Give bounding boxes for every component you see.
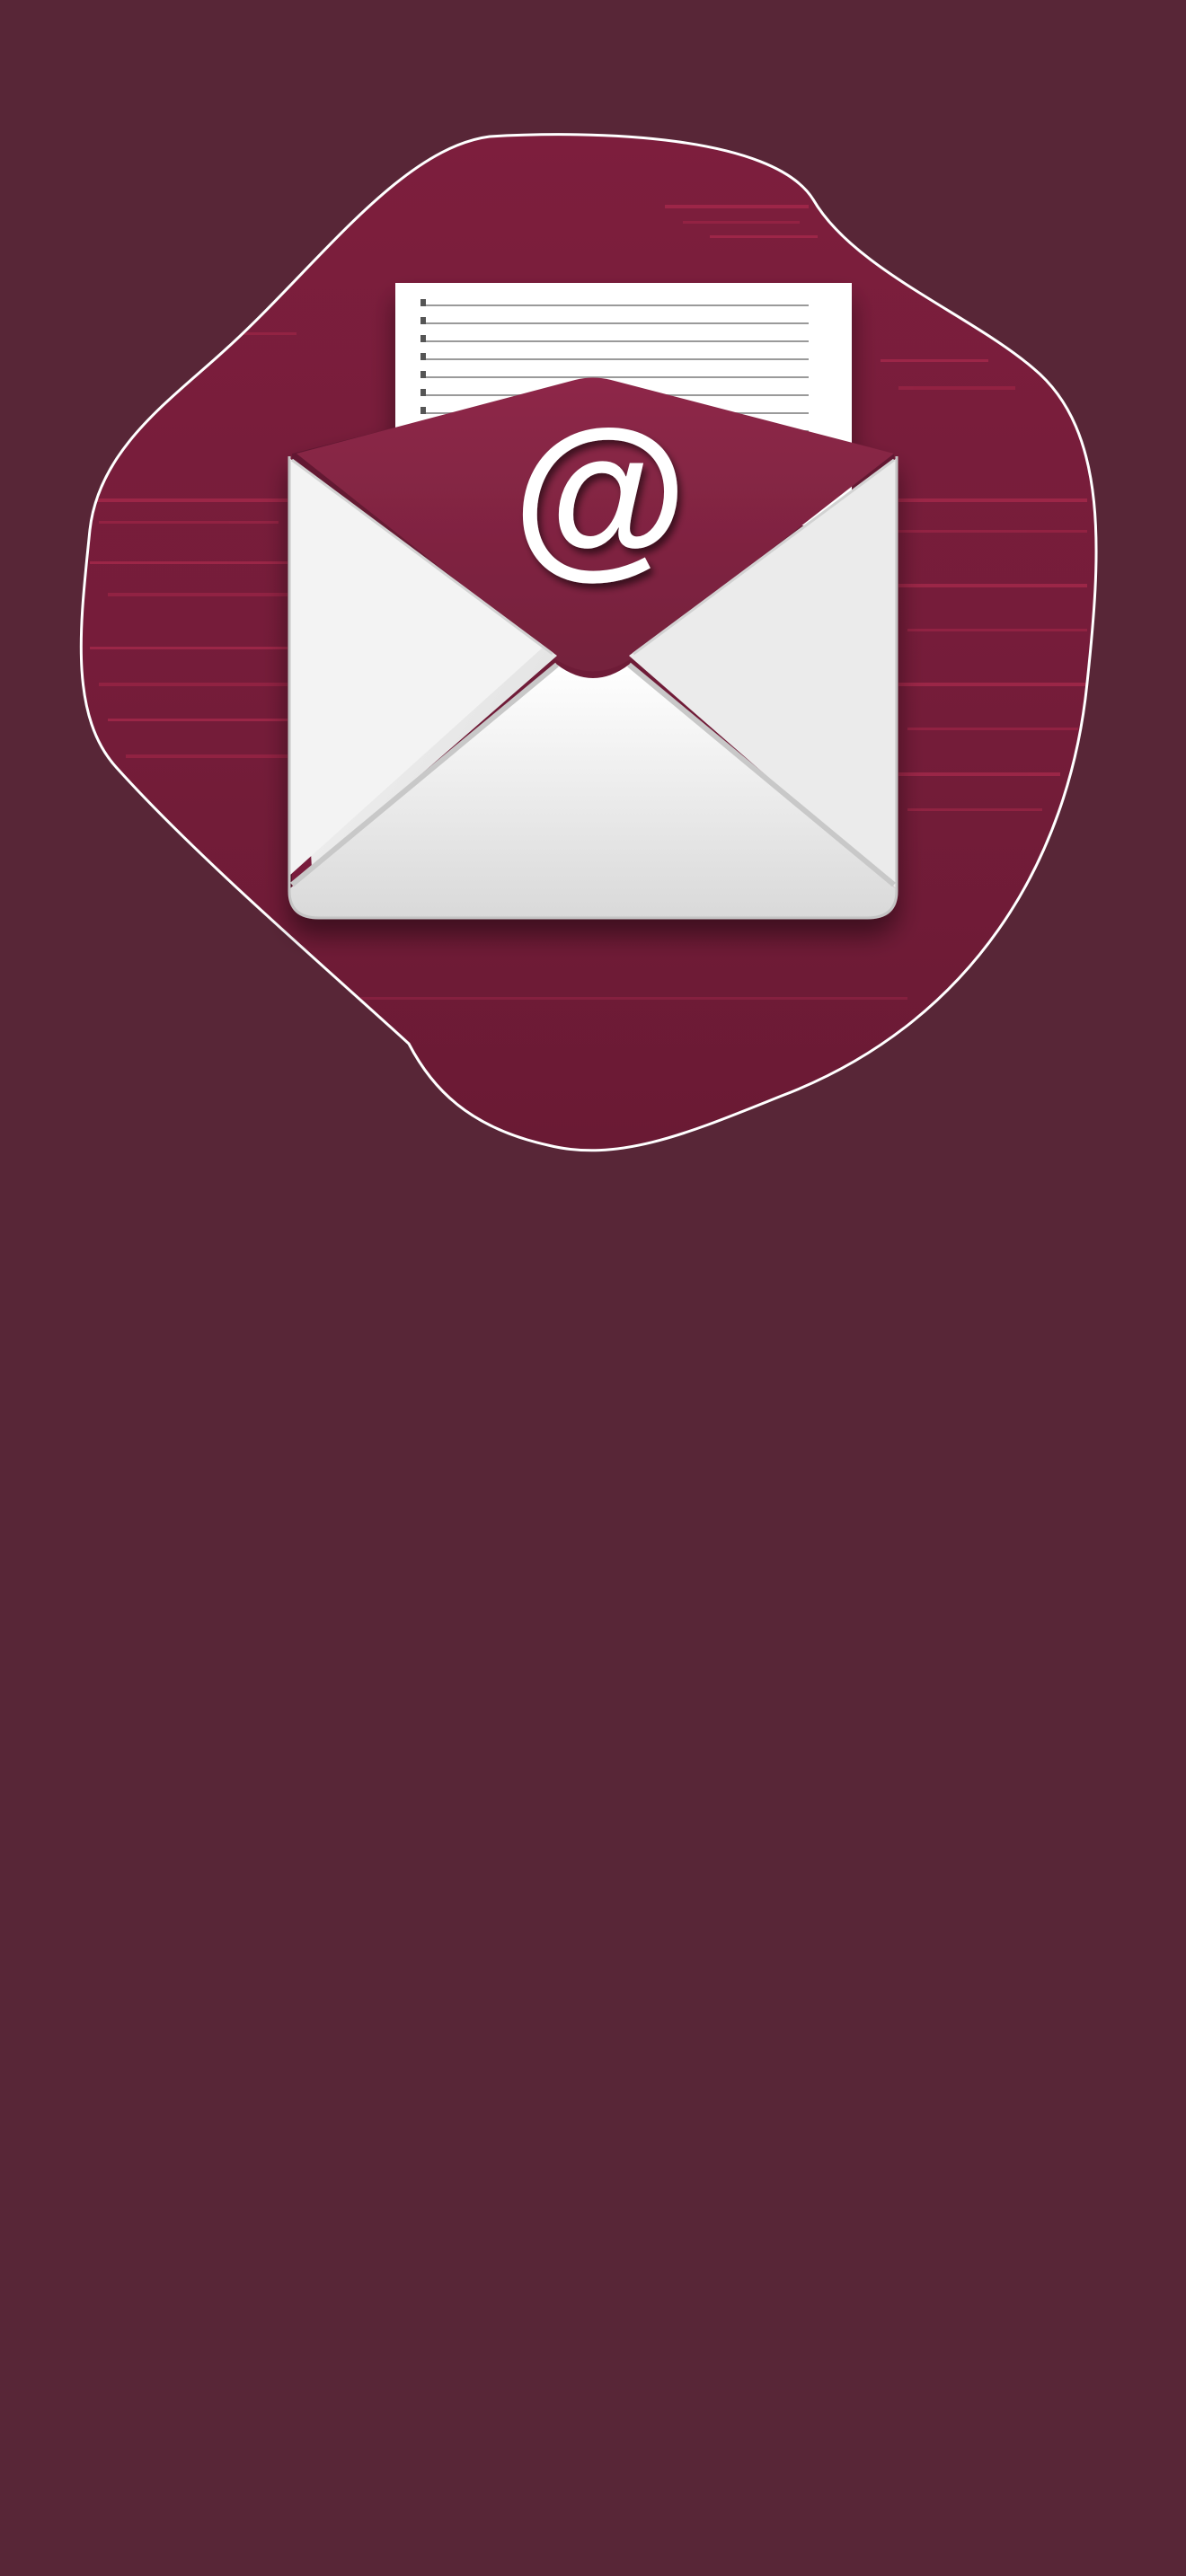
email-envelope-icon: @ bbox=[79, 133, 1098, 1152]
onboarding-screen: @ bbox=[0, 0, 1186, 2576]
email-illustration: @ bbox=[0, 0, 1186, 1186]
at-symbol-icon: @ bbox=[512, 393, 687, 594]
at-symbol-glyph: @ bbox=[512, 393, 687, 594]
